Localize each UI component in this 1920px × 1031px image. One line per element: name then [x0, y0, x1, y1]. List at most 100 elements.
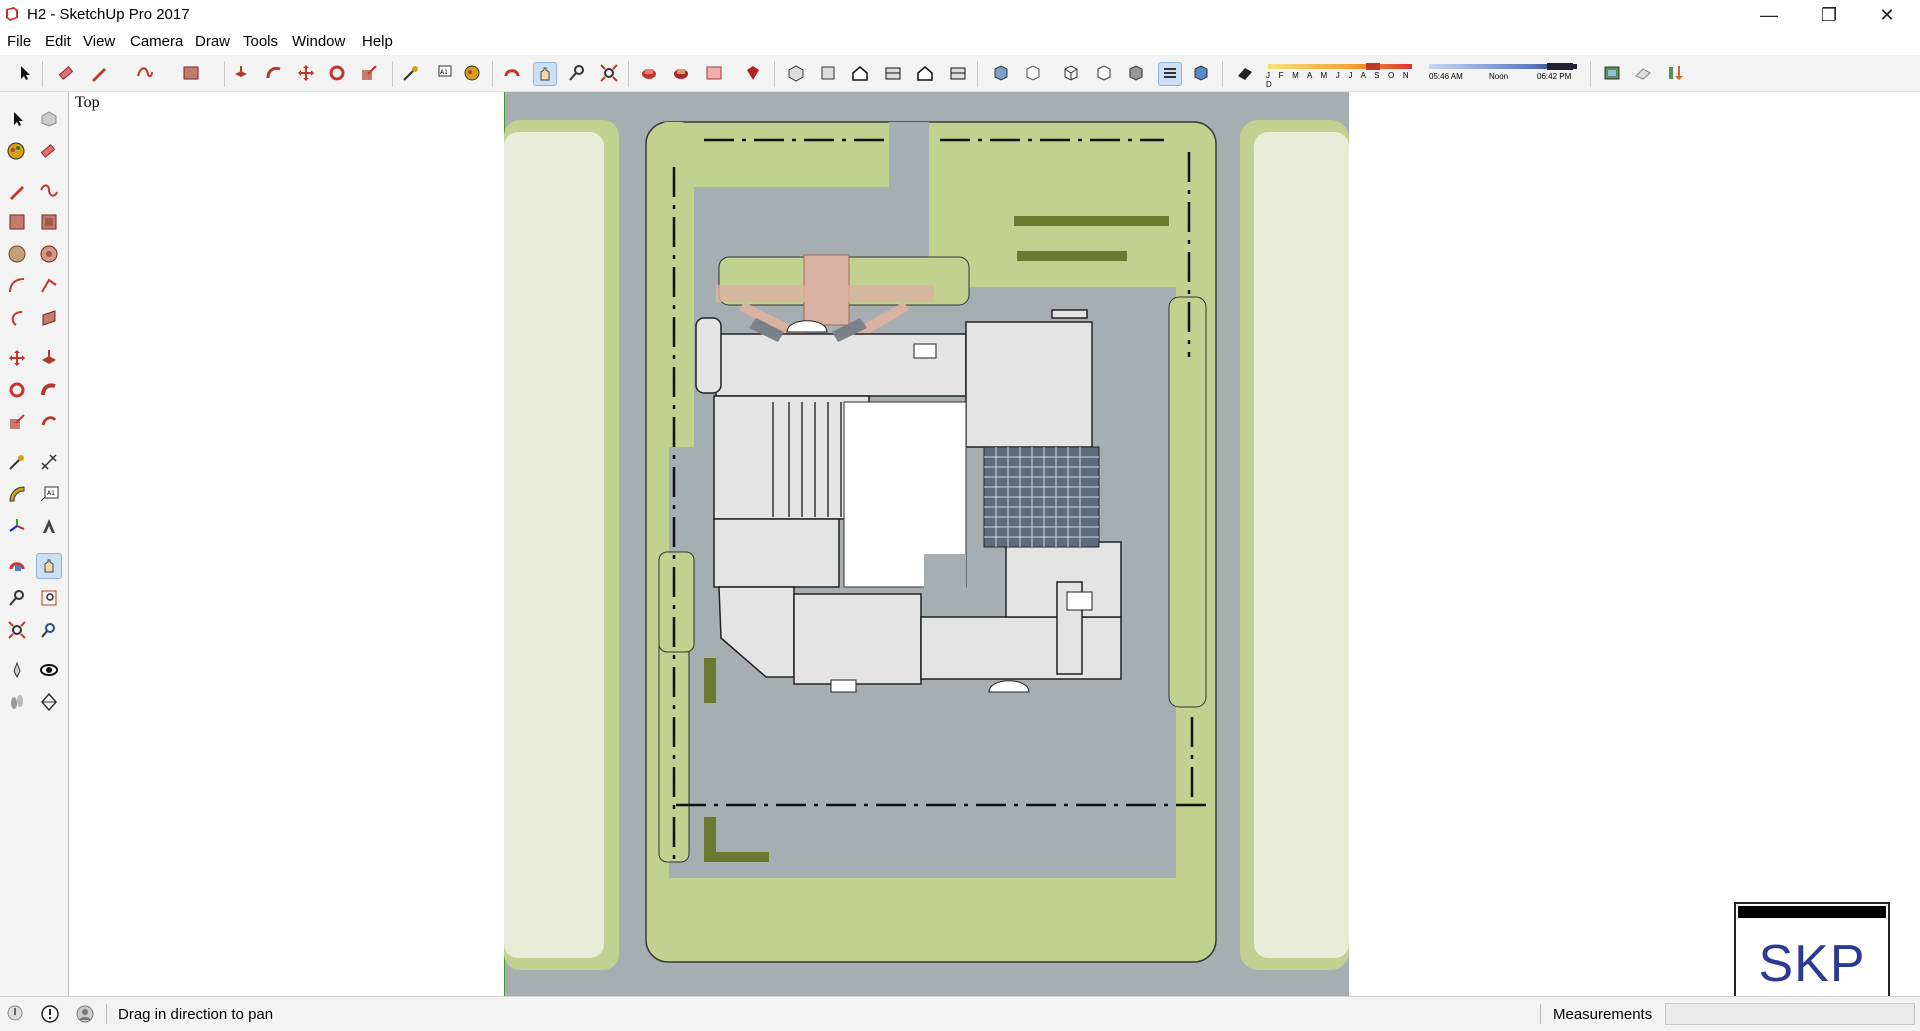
left-view-icon[interactable] — [947, 62, 969, 84]
title-bar: H2 - SketchUp Pro 2017 — ❐ ✕ — [0, 0, 1920, 30]
large-tool-set: A1 — [0, 92, 69, 996]
tape-measure-icon[interactable] — [5, 450, 29, 474]
push-pull-icon[interactable] — [230, 62, 252, 84]
xray-icon[interactable] — [990, 62, 1012, 84]
rectangle-icon[interactable] — [5, 210, 29, 234]
right-view-icon[interactable] — [882, 62, 904, 84]
menu-camera[interactable]: Camera — [130, 33, 183, 50]
shadow-time-slider[interactable]: 05:46 AM Noon 06:42 PM — [1427, 63, 1579, 83]
orbit-icon[interactable] — [501, 62, 523, 84]
add-location-icon[interactable] — [1664, 62, 1686, 84]
skp-watermark-text: SKP — [1758, 935, 1866, 993]
minimize-button[interactable]: — — [1740, 0, 1798, 30]
restore-button[interactable]: ❐ — [1800, 0, 1858, 30]
status-bar: Drag in direction to pan Measurements — [0, 996, 1920, 1031]
pan-icon[interactable] — [533, 62, 557, 86]
look-around-icon[interactable] — [37, 658, 61, 682]
zoom-icon[interactable] — [566, 62, 588, 84]
axes-icon[interactable] — [5, 514, 29, 538]
zoom-extents-icon[interactable] — [5, 618, 29, 642]
hidden-line-icon[interactable] — [1093, 62, 1115, 84]
position-camera-icon[interactable] — [5, 658, 29, 682]
extension-warehouse-icon[interactable] — [670, 62, 692, 84]
select-tool-icon[interactable] — [14, 62, 36, 84]
menu-view[interactable]: View — [83, 33, 115, 50]
scale-icon[interactable] — [358, 62, 380, 84]
ruby-icon[interactable] — [742, 62, 764, 84]
3d-warehouse-icon[interactable] — [638, 62, 660, 84]
walk-icon[interactable] — [5, 690, 29, 714]
back-edges-icon[interactable] — [1022, 62, 1044, 84]
polygon-icon[interactable] — [37, 242, 61, 266]
orbit-icon[interactable] — [5, 554, 29, 578]
rotate-icon[interactable] — [326, 62, 348, 84]
follow-me-icon[interactable] — [263, 62, 285, 84]
move-icon[interactable] — [295, 62, 317, 84]
measurements-label: Measurements — [1553, 1006, 1653, 1023]
rotate-icon[interactable] — [5, 378, 29, 402]
svg-text:A1: A1 — [47, 490, 55, 497]
eraser-icon[interactable] — [55, 62, 77, 84]
component-icon[interactable] — [37, 107, 61, 131]
menu-window[interactable]: Window — [292, 33, 345, 50]
zoom-window-icon[interactable] — [37, 586, 61, 610]
scale-icon[interactable] — [5, 410, 29, 434]
pencil-line-icon[interactable] — [88, 62, 110, 84]
measurements-input[interactable] — [1665, 1003, 1915, 1025]
menu-edit[interactable]: Edit — [45, 33, 71, 50]
freehand-icon[interactable] — [37, 179, 61, 203]
menu-bar: File Edit View Camera Draw Tools Window … — [0, 30, 1920, 54]
follow-me-icon[interactable] — [37, 378, 61, 402]
user-account-icon[interactable] — [76, 1005, 94, 1023]
rectangle-icon[interactable] — [180, 62, 202, 84]
layout-icon[interactable] — [703, 62, 725, 84]
monochrome-icon[interactable] — [1190, 62, 1212, 84]
freehand-icon[interactable] — [134, 62, 156, 84]
menu-help[interactable]: Help — [362, 33, 393, 50]
menu-file[interactable]: File — [7, 33, 31, 50]
pan-icon[interactable] — [36, 553, 62, 579]
dimension-icon[interactable] — [37, 450, 61, 474]
offset-icon[interactable] — [37, 410, 61, 434]
three-point-arc-icon[interactable] — [5, 306, 29, 330]
menu-draw[interactable]: Draw — [195, 33, 230, 50]
photo-textures-icon[interactable] — [1632, 62, 1654, 84]
eraser-icon[interactable] — [36, 139, 60, 163]
circle-icon[interactable] — [5, 242, 29, 266]
site-plan-model[interactable] — [504, 92, 1349, 996]
section-plane-icon[interactable] — [37, 690, 61, 714]
zoom-icon[interactable] — [5, 586, 29, 610]
shadow-month-slider[interactable]: J F M A M J J A S O N D — [1266, 63, 1414, 89]
geo-location-status-icon[interactable] — [7, 1005, 23, 1021]
protractor-icon[interactable] — [5, 482, 29, 506]
paint-bucket-icon[interactable] — [461, 62, 483, 84]
iso-view-icon[interactable] — [785, 62, 807, 84]
line-icon[interactable] — [5, 179, 29, 203]
3d-text-icon[interactable] — [37, 514, 61, 538]
text-icon[interactable]: A1 — [432, 62, 454, 84]
tape-measure-icon[interactable] — [400, 62, 422, 84]
move-icon[interactable] — [5, 346, 29, 370]
text-icon[interactable]: A1 — [37, 482, 61, 506]
wireframe-icon[interactable] — [1060, 62, 1082, 84]
geo-location-icon[interactable] — [1601, 62, 1623, 84]
shaded-icon[interactable] — [1125, 62, 1147, 84]
shaded-textures-icon[interactable] — [1158, 62, 1182, 86]
push-pull-icon[interactable] — [37, 346, 61, 370]
rotated-rectangle-icon[interactable] — [37, 210, 61, 234]
shadows-toggle-icon[interactable] — [1234, 62, 1256, 84]
menu-tools[interactable]: Tools — [243, 33, 278, 50]
pie-icon[interactable] — [37, 306, 61, 330]
select-icon[interactable] — [6, 107, 30, 131]
zoom-extents-icon[interactable] — [598, 62, 620, 84]
paint-icon[interactable] — [4, 139, 28, 163]
arc-icon[interactable] — [5, 274, 29, 298]
front-view-icon[interactable] — [849, 62, 871, 84]
two-point-arc-icon[interactable] — [37, 274, 61, 298]
credits-icon[interactable] — [41, 1005, 59, 1023]
previous-view-icon[interactable] — [37, 618, 61, 642]
main-toolbar: A1 J F M A M J J A S O N D 05:46 AM Noon… — [0, 55, 1920, 92]
top-view-icon[interactable] — [817, 62, 839, 84]
back-view-icon[interactable] — [914, 62, 936, 84]
close-button[interactable]: ✕ — [1858, 0, 1916, 30]
